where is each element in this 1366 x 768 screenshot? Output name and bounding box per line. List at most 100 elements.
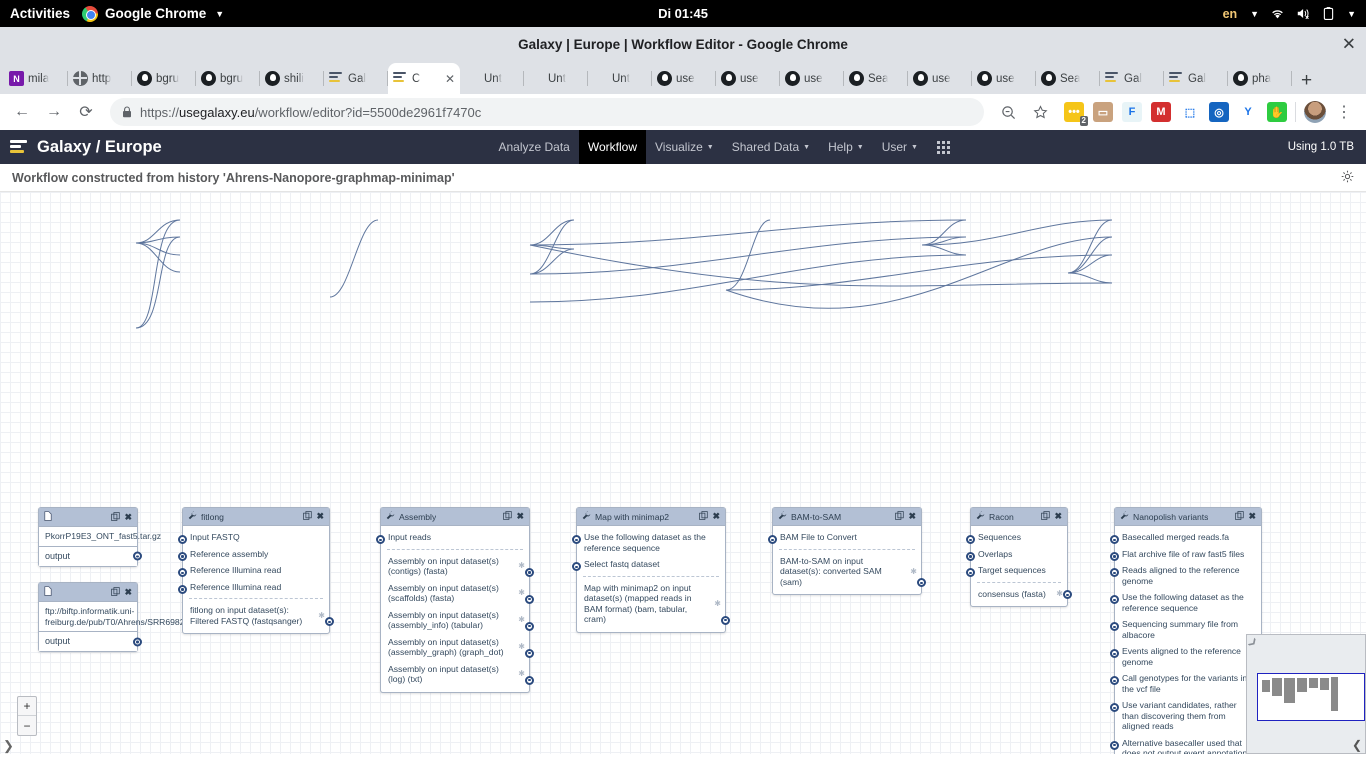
- node-input-row[interactable]: BAM File to Convert: [768, 529, 921, 545]
- input-terminal[interactable]: [1110, 740, 1119, 750]
- left-panel-handle-icon[interactable]: ❯: [3, 738, 14, 754]
- output-terminal[interactable]: [525, 594, 534, 604]
- close-icon[interactable]: ✖: [908, 511, 916, 522]
- output-visible-icon[interactable]: ✱: [518, 589, 525, 599]
- close-icon[interactable]: ✖: [712, 511, 720, 522]
- workflow-node-assembly[interactable]: Assembly ✖ Input reads Assembly on input da…: [376, 507, 534, 693]
- browser-tab[interactable]: pha: [1228, 63, 1292, 94]
- node-header[interactable]: fitlong ✖: [183, 508, 329, 527]
- node-header[interactable]: Assembly ✖: [381, 508, 529, 527]
- browser-tab[interactable]: http: [68, 63, 132, 94]
- window-close-button[interactable]: ✕: [1342, 36, 1356, 53]
- output-visible-icon[interactable]: ✱: [318, 611, 325, 621]
- close-icon[interactable]: ✖: [1054, 511, 1062, 522]
- back-button[interactable]: ←: [8, 98, 36, 126]
- browser-tab[interactable]: use: [908, 63, 972, 94]
- browser-tab[interactable]: Unt: [460, 63, 524, 94]
- node-input-row[interactable]: Reference assembly: [178, 546, 329, 562]
- forward-button[interactable]: →: [40, 98, 68, 126]
- node-input-row[interactable]: Reference Illumina read: [178, 579, 329, 595]
- browser-tab[interactable]: use: [780, 63, 844, 94]
- input-terminal[interactable]: [966, 568, 975, 578]
- keyboard-language-label[interactable]: en: [1223, 7, 1238, 21]
- notes-extension[interactable]: ••• 2: [1064, 102, 1088, 126]
- avatar[interactable]: [1304, 101, 1326, 123]
- node-input-row[interactable]: Target sequences: [966, 562, 1067, 578]
- close-icon[interactable]: ✖: [516, 511, 524, 522]
- node-header[interactable]: ✖: [39, 508, 137, 528]
- browser-tab[interactable]: Sea: [844, 63, 908, 94]
- browser-tab[interactable]: Unt: [524, 63, 588, 94]
- output-visible-icon[interactable]: ✱: [910, 567, 917, 577]
- node-input-row[interactable]: Sequences: [966, 529, 1067, 545]
- activities-button[interactable]: Activities: [0, 6, 82, 21]
- box-extension[interactable]: ▭: [1093, 102, 1113, 122]
- node-input-row[interactable]: Use variant candidates, rather than disc…: [1110, 697, 1261, 734]
- nav-item-shared-data[interactable]: Shared Data ▼: [723, 130, 819, 164]
- input-terminal[interactable]: [966, 535, 975, 545]
- clone-icon[interactable]: [303, 511, 313, 522]
- browser-tab[interactable]: Sea: [1036, 63, 1100, 94]
- browser-tab[interactable]: Gal: [1100, 63, 1164, 94]
- input-terminal[interactable]: [768, 535, 777, 545]
- input-terminal[interactable]: [178, 584, 187, 594]
- clone-icon[interactable]: [1041, 511, 1051, 522]
- node-input-row[interactable]: Reads aligned to the reference genome: [1110, 562, 1261, 589]
- address-bar[interactable]: https://usegalaxy.eu/workflow/editor?id=…: [110, 98, 984, 126]
- output-visible-icon[interactable]: ✱: [518, 642, 525, 652]
- node-input-row[interactable]: Flat archive file of raw fast5 files: [1110, 546, 1261, 562]
- browser-tab[interactable]: Gal: [1164, 63, 1228, 94]
- input-terminal[interactable]: [178, 568, 187, 578]
- close-icon[interactable]: ✖: [124, 587, 132, 598]
- close-icon[interactable]: ✖: [124, 512, 132, 523]
- y-extension[interactable]: Y: [1238, 102, 1258, 122]
- output-terminal[interactable]: [917, 578, 926, 588]
- output-visible-icon[interactable]: ✱: [1056, 589, 1063, 599]
- node-output-row[interactable]: Map with minimap2 on input dataset(s) (m…: [577, 580, 730, 628]
- node-output-row[interactable]: fitlong on input dataset(s): Filtered FA…: [183, 602, 334, 629]
- browser-tab[interactable]: use: [972, 63, 1036, 94]
- f-extension[interactable]: F: [1122, 102, 1142, 122]
- input-terminal[interactable]: [966, 551, 975, 561]
- output-terminal[interactable]: [133, 551, 142, 561]
- input-terminal[interactable]: [1110, 703, 1119, 713]
- output-terminal[interactable]: [525, 648, 534, 658]
- status-chevron-icon[interactable]: ▼: [1347, 9, 1356, 19]
- clone-icon[interactable]: [895, 511, 905, 522]
- input-terminal[interactable]: [1110, 568, 1119, 578]
- browser-tab[interactable]: bgru: [132, 63, 196, 94]
- node-output-row[interactable]: Assembly on input dataset(s) (assembly_i…: [381, 607, 534, 634]
- minimap-viewport[interactable]: [1257, 673, 1365, 721]
- output-visible-icon[interactable]: ✱: [714, 599, 721, 609]
- browser-tab[interactable]: shili: [260, 63, 324, 94]
- canvas-zoom-controls[interactable]: + −: [17, 696, 37, 736]
- workflow-node-racon[interactable]: Racon ✖ Sequences Overlaps Target sequences c…: [966, 507, 1072, 608]
- node-input-row[interactable]: Sequencing summary file from albacore: [1110, 616, 1261, 643]
- node-input-row[interactable]: Input FASTQ: [178, 529, 329, 545]
- input-terminal[interactable]: [1110, 535, 1119, 545]
- nav-item-analyze-data[interactable]: Analyze Data: [489, 130, 578, 164]
- input-terminal[interactable]: [376, 535, 385, 545]
- node-output-row[interactable]: Assembly on input dataset(s) (log) (txt)…: [381, 661, 534, 688]
- browser-tab[interactable]: Unt: [588, 63, 652, 94]
- output-terminal[interactable]: [525, 621, 534, 631]
- node-output-row[interactable]: Assembly on input dataset(s) (contigs) (…: [381, 553, 534, 580]
- workflow-node-bam-to-sam[interactable]: BAM-to-SAM ✖ BAM File to Convert BAM-to-SAM…: [768, 507, 926, 596]
- node-output-row[interactable]: consensus (fasta) ✱: [971, 586, 1072, 602]
- workflow-node-minimap2[interactable]: Map with minimap2 ✖ Use the following data…: [572, 507, 730, 633]
- browser-tab[interactable]: C ✕: [388, 63, 460, 94]
- browser-tab[interactable]: use: [652, 63, 716, 94]
- node-output-row[interactable]: output: [39, 631, 142, 652]
- nav-item-workflow[interactable]: Workflow: [578, 130, 646, 164]
- browser-tab[interactable]: use: [716, 63, 780, 94]
- nav-item-user[interactable]: User ▼: [873, 130, 927, 164]
- input-terminal[interactable]: [572, 562, 581, 572]
- output-terminal[interactable]: [721, 615, 730, 625]
- node-header[interactable]: Nanopolish variants ✖: [1115, 508, 1261, 527]
- output-visible-icon[interactable]: ✱: [518, 562, 525, 572]
- node-output-row[interactable]: output: [39, 545, 142, 566]
- node-input-row[interactable]: Events aligned to the reference genome: [1110, 643, 1261, 670]
- capture-extension[interactable]: ⬚: [1180, 102, 1200, 122]
- zoom-out-icon[interactable]: [994, 98, 1022, 126]
- clone-icon[interactable]: [1235, 511, 1245, 522]
